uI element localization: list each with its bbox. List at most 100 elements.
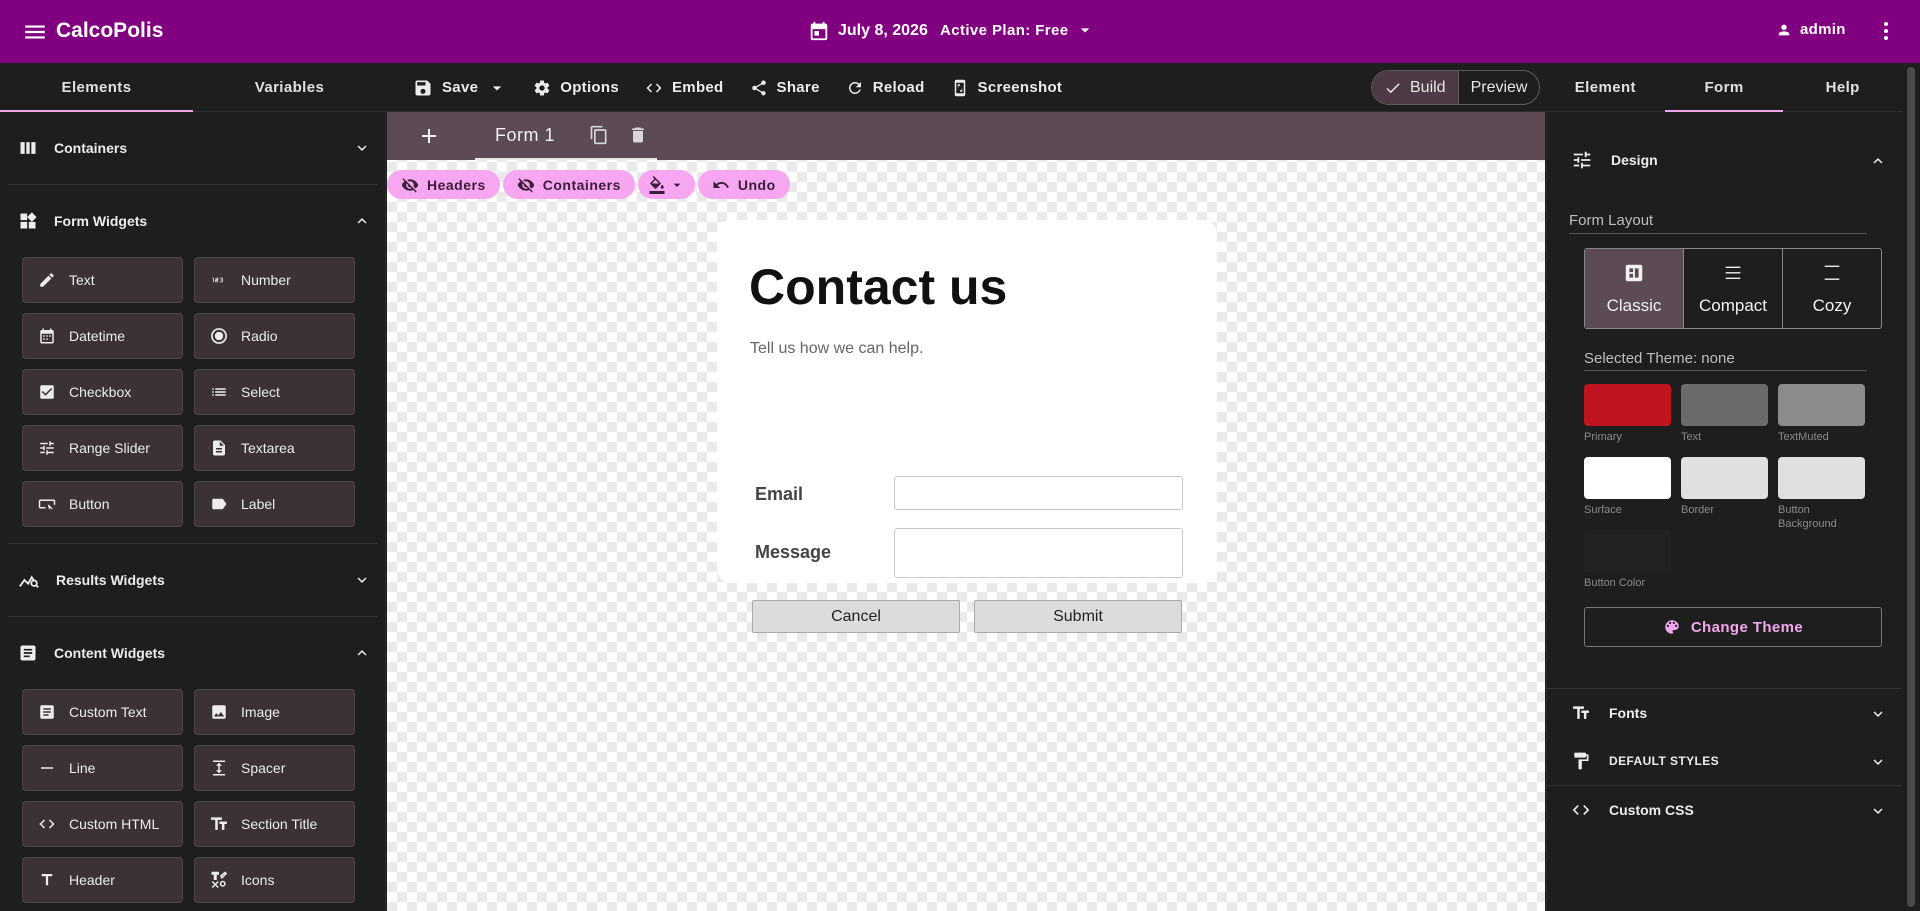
label-icon	[209, 494, 229, 514]
widget-icons[interactable]: Icons	[194, 857, 355, 903]
results-widgets-section[interactable]: Results Widgets	[0, 544, 385, 616]
widget-label[interactable]: Label	[194, 481, 355, 527]
tab-form[interactable]: Form	[1664, 63, 1784, 112]
chevron-down-icon	[1869, 753, 1887, 771]
swatch-button-color-color[interactable]	[1584, 530, 1671, 572]
widget-image[interactable]: Image	[194, 689, 355, 735]
tab-help[interactable]: Help	[1783, 63, 1902, 112]
widget-line[interactable]: Line	[22, 745, 183, 791]
widget-header[interactable]: Header	[22, 857, 183, 903]
form-tabs-bar: Form 1	[387, 112, 1545, 160]
tab-variables[interactable]: Variables	[193, 63, 386, 112]
widget-custom-html[interactable]: Custom HTML	[22, 801, 183, 847]
share-button[interactable]: Share	[737, 70, 833, 106]
email-label-text: Email	[755, 484, 804, 504]
tab-elements[interactable]: Elements	[0, 63, 193, 112]
message-label-text: Message	[755, 542, 832, 562]
layout-cozy-option[interactable]: Cozy	[1782, 249, 1881, 328]
save-label: Save	[442, 79, 479, 96]
widget-custom-text[interactable]: Custom Text	[22, 689, 183, 735]
toggle-headers-chip[interactable]: Headers	[387, 170, 500, 199]
undo-chip[interactable]: Undo	[697, 170, 790, 199]
screenshot-button[interactable]: Screenshot	[938, 70, 1076, 106]
swatch-surface-color[interactable]	[1584, 457, 1671, 499]
reload-button[interactable]: Reload	[833, 70, 938, 106]
widget-button[interactable]: Button	[22, 481, 183, 527]
widget-label: Custom HTML	[69, 816, 160, 832]
swatch-text-color[interactable]	[1681, 384, 1768, 426]
swatch-textmuted-color[interactable]	[1778, 384, 1865, 426]
form-layout-label: Form Layout	[1569, 212, 1867, 234]
design-section[interactable]: Design	[1547, 136, 1903, 184]
options-label: Options	[560, 79, 619, 96]
visibility-off-icon	[401, 176, 419, 194]
content-widgets-grid: Custom Text Image Line Spacer Custom HTM…	[0, 689, 385, 911]
menu-icon[interactable]	[22, 19, 48, 45]
widget-datetime[interactable]: Datetime	[22, 313, 183, 359]
content-widgets-section[interactable]: Content Widgets	[0, 617, 385, 689]
widget-select[interactable]: Select	[194, 369, 355, 415]
list-icon	[209, 382, 229, 402]
widget-textarea[interactable]: Textarea	[194, 425, 355, 471]
swatch-primary-color[interactable]	[1584, 384, 1671, 426]
submit-button[interactable]: Submit	[974, 600, 1182, 633]
widget-number[interactable]: Number	[194, 257, 355, 303]
delete-icon[interactable]	[628, 125, 648, 145]
radio-icon	[209, 326, 229, 346]
fill-color-chip[interactable]	[637, 170, 695, 199]
build-toggle[interactable]: Build	[1372, 71, 1458, 104]
widget-range-slider[interactable]: Range Slider	[22, 425, 183, 471]
caret-down-icon	[487, 78, 507, 98]
calendar-icon	[808, 20, 830, 42]
email-field[interactable]	[894, 476, 1183, 510]
plan-dropdown[interactable]: Active Plan: Free	[940, 20, 1095, 40]
page-scrollbar[interactable]	[1902, 63, 1920, 911]
save-button[interactable]: Save	[400, 70, 520, 106]
widget-radio[interactable]: Radio	[194, 313, 355, 359]
left-panel-tabs: Elements Variables	[0, 63, 386, 112]
widget-text[interactable]: Text	[22, 257, 183, 303]
widget-section-title[interactable]: Section Title	[194, 801, 355, 847]
pencil-icon	[37, 270, 57, 290]
default-styles-section[interactable]: DEFAULT STYLES	[1547, 737, 1903, 785]
add-form-icon[interactable]	[417, 124, 441, 148]
user-menu[interactable]: admin	[1776, 21, 1846, 38]
toggle-containers-chip[interactable]: Containers	[502, 170, 635, 199]
share-icon	[750, 79, 768, 97]
widget-spacer[interactable]: Spacer	[194, 745, 355, 791]
swatch-border: Border	[1681, 457, 1768, 526]
swatch-label: Primary	[1584, 431, 1622, 443]
widget-label: Button	[69, 496, 110, 512]
containers-section[interactable]: Containers	[0, 112, 385, 184]
content-widgets-title: Content Widgets	[54, 645, 166, 661]
widget-label: Header	[69, 872, 115, 888]
form-widgets-section[interactable]: Form Widgets	[0, 185, 385, 257]
swatch-button-background-color[interactable]	[1778, 457, 1865, 499]
undo-chip-label: Undo	[737, 176, 776, 193]
custom-css-section[interactable]: Custom CSS	[1547, 786, 1903, 834]
widget-label: Checkbox	[69, 384, 132, 400]
layout-classic-label: Classic	[1606, 295, 1662, 315]
selected-theme-label: Selected Theme: none	[1584, 350, 1867, 371]
layout-classic-option[interactable]: Classic	[1585, 249, 1683, 328]
phone-screenshot-icon	[951, 79, 969, 97]
change-theme-button[interactable]: Change Theme	[1584, 607, 1882, 647]
swatch-text: Text	[1681, 384, 1768, 453]
copy-icon[interactable]	[589, 125, 609, 145]
options-button[interactable]: Options	[520, 70, 632, 106]
format-color-fill-icon	[648, 175, 666, 194]
widget-label: Select	[241, 384, 280, 400]
swatch-border-color[interactable]	[1681, 457, 1768, 499]
preview-toggle[interactable]: Preview	[1457, 71, 1540, 104]
tab-element[interactable]: Element	[1546, 63, 1665, 112]
scrollbar-thumb[interactable]	[1907, 67, 1915, 907]
form-preview-card: Contact us Tell us how we can help. Emai…	[717, 220, 1217, 633]
form-tab[interactable]: Form 1	[475, 112, 657, 160]
embed-button[interactable]: Embed	[632, 70, 737, 106]
more-vert-icon[interactable]	[1874, 19, 1898, 43]
widget-checkbox[interactable]: Checkbox	[22, 369, 183, 415]
message-field[interactable]	[894, 528, 1183, 578]
layout-compact-option[interactable]: Compact	[1683, 249, 1782, 328]
fonts-section[interactable]: Fonts	[1547, 689, 1903, 737]
cancel-button[interactable]: Cancel	[752, 600, 960, 633]
